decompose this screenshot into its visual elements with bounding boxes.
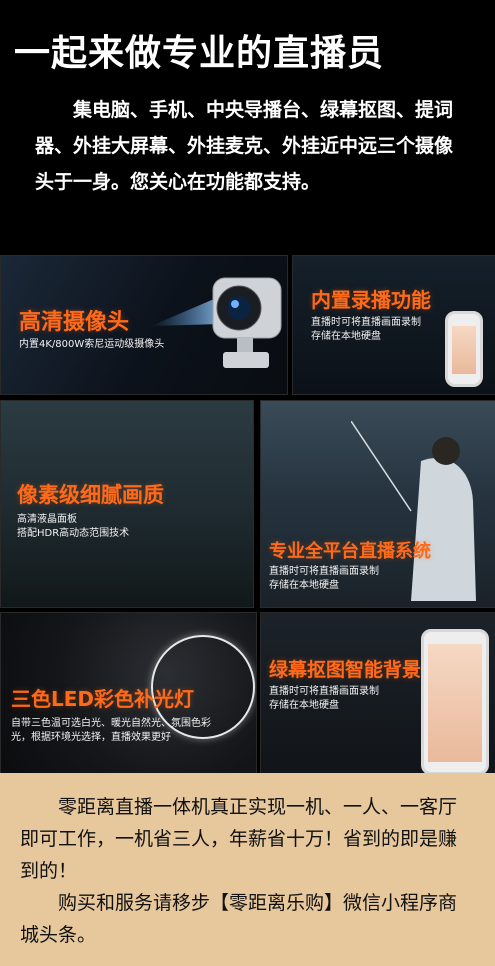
- page-title: 一起来做专业的直播员: [14, 33, 385, 74]
- panel-description: 自带三色温可选白光、暖光自然光、氛围色彩 光，根据环境光选择，直播效果更好: [11, 718, 211, 743]
- panel-heading: 高清摄像头: [19, 310, 130, 335]
- intro-text: 集电脑、手机、中央导播台、绿幕抠图、提词器、外挂大屏幕、外挂麦克、外挂近中远三个…: [35, 99, 454, 193]
- footer-paragraph: 零距离直播一体机真正实现一机、一人、一客厅即可工作，一机省三人，年薪省十万！省到…: [20, 796, 458, 882]
- panel-description: 直播时可将直播画面录制 存储在本地硬盘: [269, 566, 379, 591]
- panel-heading: 专业全平台直播系统: [269, 541, 431, 562]
- hero-section: 一起来做专业的直播员 集电脑、手机、中央导播台、绿幕抠图、提词器、外挂大屏幕、外…: [0, 0, 495, 255]
- feature-greenscreen: 绿幕抠图智能背景 直播时可将直播画面录制 存储在本地硬盘: [260, 612, 495, 774]
- panel-heading: 像素级细腻画质: [17, 483, 164, 507]
- feature-display: 像素级细腻画质 高清液晶面板 搭配HDR高动态范围技术: [0, 400, 254, 608]
- feature-recording: 内置录播功能 直播时可将直播画面录制 存储在本地硬盘: [292, 255, 495, 395]
- panel-heading: 绿幕抠图智能背景: [269, 659, 422, 681]
- feature-camera: 高清摄像头 内置4K/800W索尼运动级摄像头: [0, 255, 288, 395]
- panel-description: 高清液晶面板 搭配HDR高动态范围技术: [17, 514, 130, 539]
- panel-description: 直播时可将直播画面录制 存储在本地硬盘: [311, 317, 421, 342]
- device-icon: [421, 629, 489, 773]
- footer-paragraph: 购买和服务请移步【零距离乐购】微信小程序商城头条。: [20, 892, 458, 946]
- panel-description: 直播时可将直播画面录制 存储在本地硬盘: [269, 686, 379, 711]
- poster: 一起来做专业的直播员 集电脑、手机、中央导播台、绿幕抠图、提词器、外挂大屏幕、外…: [0, 0, 495, 966]
- panel-heading: 内置录播功能: [311, 288, 431, 312]
- feature-led: 三色LED彩色补光灯 自带三色温可选白光、暖光自然光、氛围色彩 光，根据环境光选…: [0, 612, 257, 774]
- feature-platform: 专业全平台直播系统 直播时可将直播画面录制 存储在本地硬盘: [260, 400, 495, 608]
- footer-note: 零距离直播一体机真正实现一机、一人、一客厅即可工作，一机省三人，年薪省十万！省到…: [0, 773, 495, 966]
- camera-icon: [151, 277, 282, 368]
- panel-heading: 三色LED彩色补光灯: [11, 687, 195, 711]
- device-icon: [445, 311, 483, 387]
- panel-description: 内置4K/800W索尼运动级摄像头: [19, 339, 165, 350]
